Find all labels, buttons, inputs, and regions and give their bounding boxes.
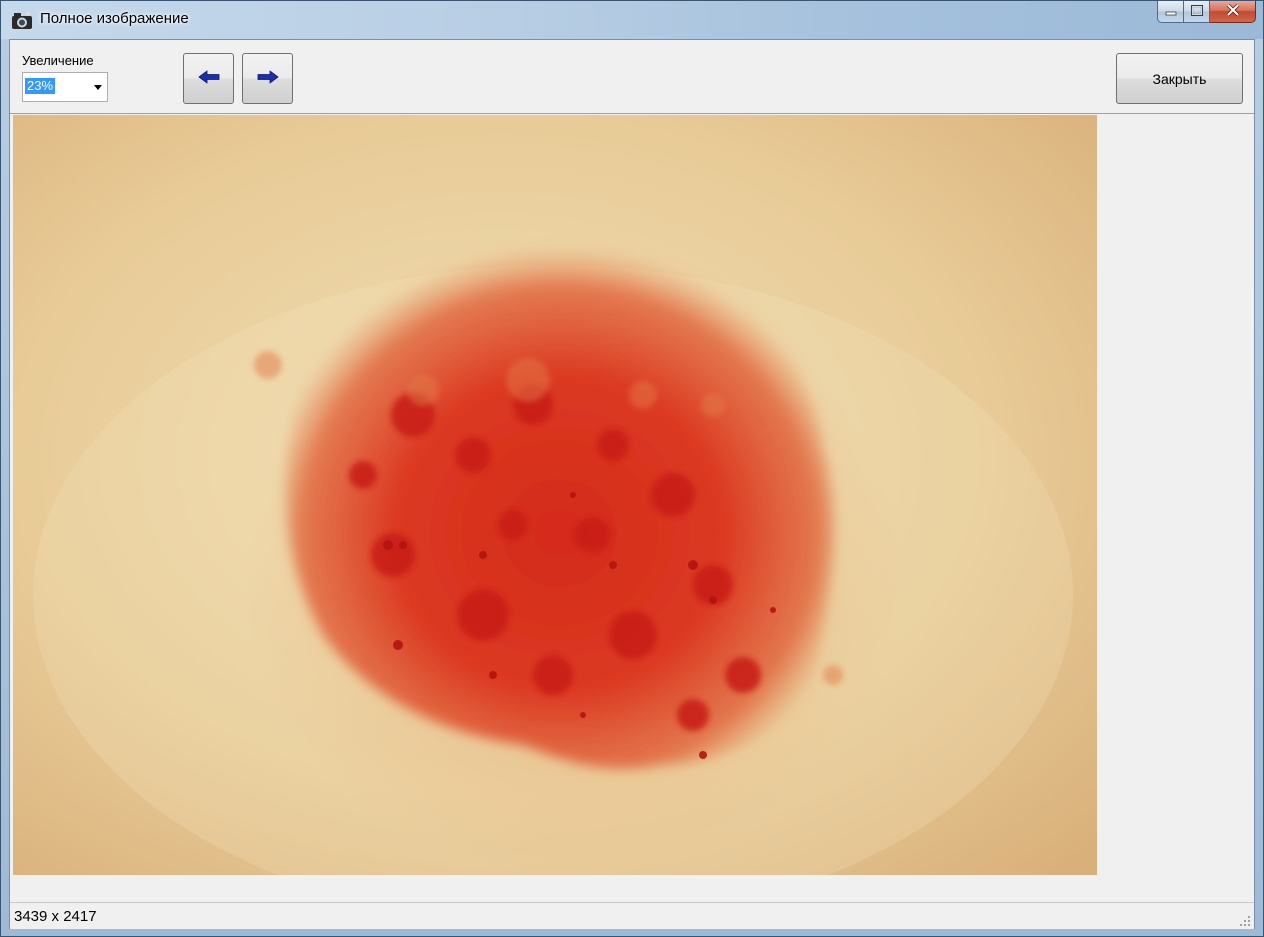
zoom-label: Увеличение [22, 53, 94, 68]
image-view[interactable] [10, 114, 1254, 902]
dermoscopy-image [13, 115, 1097, 875]
status-bar: 3439 x 2417 [10, 902, 1254, 929]
toolbar: Увеличение 23% Закрыть [10, 40, 1254, 114]
arrow-right-icon [257, 70, 279, 87]
image-dimensions: 3439 x 2417 [14, 908, 97, 925]
close-window-button[interactable] [1210, 1, 1256, 23]
app-window: Полное изображение Увеличение 23% Закрыт… [0, 0, 1264, 937]
window-title: Полное изображение [40, 10, 189, 27]
zoom-select[interactable]: 23% [22, 72, 108, 102]
next-image-button[interactable] [242, 53, 293, 104]
minimize-button[interactable] [1157, 1, 1184, 23]
arrow-left-icon [197, 70, 220, 87]
maximize-button[interactable] [1184, 1, 1210, 23]
minimize-icon [1165, 3, 1177, 21]
camera-icon [11, 10, 33, 30]
zoom-value[interactable]: 23% [25, 78, 56, 94]
client-area: Увеличение 23% Закрыть 3439 x 2417 [9, 39, 1255, 929]
close-button[interactable]: Закрыть [1116, 53, 1243, 104]
close-icon [1226, 3, 1240, 21]
title-bar[interactable]: Полное изображение [1, 1, 1263, 39]
maximize-icon [1190, 3, 1203, 21]
caption-buttons [1157, 1, 1256, 25]
resize-grip-icon[interactable] [1239, 914, 1251, 926]
chevron-down-icon[interactable] [94, 85, 102, 90]
previous-image-button[interactable] [183, 53, 234, 104]
